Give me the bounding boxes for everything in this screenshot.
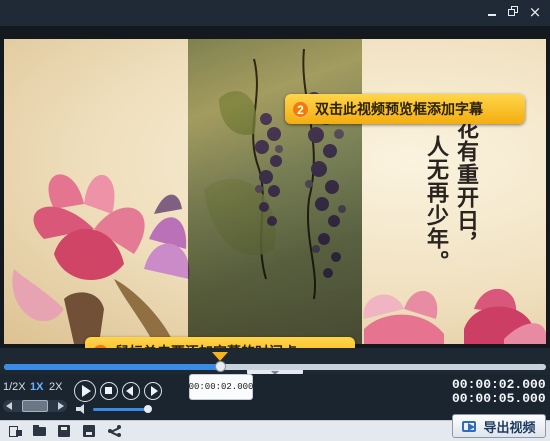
close-icon[interactable]: ×	[527, 4, 543, 20]
volume-slider[interactable]	[93, 408, 149, 411]
step-number: 2	[292, 100, 309, 118]
speed-1x-button[interactable]: 1X	[30, 381, 43, 393]
share-icon[interactable]	[108, 425, 122, 437]
export-video-button[interactable]: 导出视频	[452, 414, 546, 438]
timeline-knob[interactable]	[214, 361, 226, 372]
play-button[interactable]	[74, 380, 96, 402]
photo-panel	[188, 39, 362, 344]
poem-column: 人无再少年。	[423, 135, 449, 273]
volume-knob[interactable]	[144, 405, 152, 413]
export-icon	[462, 419, 478, 433]
save-icon[interactable]	[58, 425, 72, 437]
speed-2x-button[interactable]: 2X	[49, 381, 62, 393]
poem-column: 花有重开日，	[453, 117, 479, 255]
speed-half-button[interactable]: 1/2X	[3, 381, 26, 393]
current-time-box: 00:00:02.000	[189, 374, 253, 400]
timeline-progress	[4, 364, 221, 370]
video-preview[interactable]: 花有重开日， 人无再少年。	[4, 39, 546, 344]
playhead-marker[interactable]	[212, 352, 228, 361]
poem-text: 花有重开日， 人无再少年。	[423, 117, 479, 273]
save-as-icon[interactable]	[83, 425, 97, 437]
volume-icon[interactable]	[76, 404, 88, 414]
stop-button[interactable]	[100, 382, 118, 400]
zoom-in-icon[interactable]	[58, 402, 64, 410]
restore-icon[interactable]	[505, 4, 521, 20]
timeline[interactable]	[0, 348, 550, 378]
timeline-zoom-slider[interactable]	[3, 400, 67, 412]
total-time: 00:00:05.000	[452, 391, 546, 406]
next-frame-button[interactable]	[144, 382, 162, 400]
zoom-slider-knob[interactable]	[22, 400, 48, 412]
open-folder-icon[interactable]	[33, 425, 47, 437]
video-stage: 花有重开日， 人无再少年。 2 双击此视频预览框添加字幕 1 鼠标单击要添加字幕…	[0, 26, 550, 375]
current-time: 00:00:02.000	[452, 377, 546, 392]
zoom-out-icon[interactable]	[6, 402, 12, 410]
export-label: 导出视频	[483, 419, 536, 435]
time-display: 00:00:02.000 00:00:05.000	[452, 378, 546, 406]
title-bar: ×	[0, 0, 550, 26]
hint-double-click-callout: 2 双击此视频预览框添加字幕	[285, 94, 525, 124]
new-file-icon[interactable]	[8, 425, 22, 437]
previous-frame-button[interactable]	[122, 382, 140, 400]
minimize-icon[interactable]	[484, 4, 500, 20]
hint-text: 双击此视频预览框添加字幕	[315, 101, 483, 117]
